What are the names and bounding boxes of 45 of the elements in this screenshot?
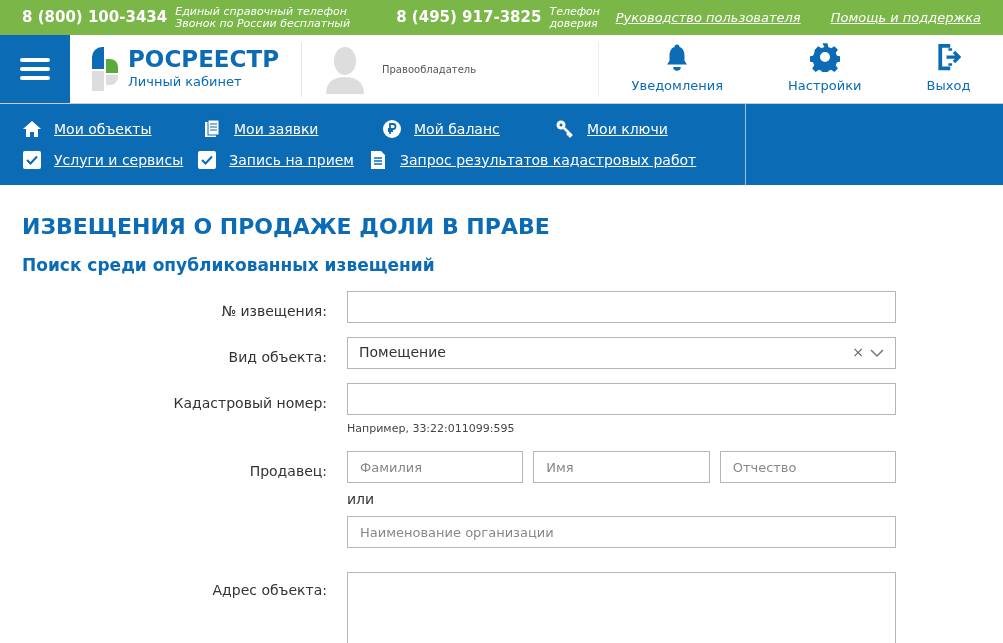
object-type-select[interactable]: Помещение × xyxy=(347,336,896,369)
nav-link[interactable]: Запись на прием xyxy=(197,149,354,171)
organization-input[interactable]: Наименование организации xyxy=(347,516,896,548)
header-action-button[interactable]: Настройки xyxy=(788,42,862,96)
logo-icon xyxy=(92,47,120,91)
text-input[interactable] xyxy=(347,382,896,415)
field-label: Кадастровый номер: xyxy=(173,394,327,411)
clear-button[interactable]: × xyxy=(852,342,864,363)
phone-caption: Единый справочный телефон Звонок по России бесплатный xyxy=(175,5,351,30)
home-icon xyxy=(22,119,42,139)
nav-link[interactable]: Услуги и сервисы xyxy=(22,149,184,171)
logo-subtitle: Личный кабинет xyxy=(128,73,243,92)
name-input[interactable]: Отчество xyxy=(719,451,896,483)
phone-number: 8 (495) 917-3825 xyxy=(396,7,542,29)
logo-title: РОСРЕЕСТР xyxy=(128,46,279,73)
user-role: Правообладатель xyxy=(382,62,477,77)
or-text: или xyxy=(347,490,376,509)
nav-link[interactable]: Запрос результатов кадастровых работ xyxy=(367,149,697,171)
field-label: Адрес объекта: xyxy=(212,582,327,598)
field-label: Продавец: xyxy=(249,463,327,479)
page-title: ИЗВЕЩЕНИЯ О ПРОДАЖЕ ДОЛИ В ПРАВЕ xyxy=(22,213,551,241)
settings-icon xyxy=(809,42,840,73)
text-input[interactable] xyxy=(347,290,896,323)
phone-number: 8 (800) 100-3434 xyxy=(22,7,168,29)
nav-link[interactable]: Мои объекты xyxy=(22,118,202,140)
avatar-icon xyxy=(324,44,366,94)
name-input[interactable]: Фамилия xyxy=(347,451,524,483)
header-action-button[interactable]: Выход xyxy=(926,42,971,96)
name-input[interactable]: Имя xyxy=(533,451,710,483)
header-action-button[interactable]: Уведомления xyxy=(631,42,723,96)
nav-link[interactable]: Мои заявки xyxy=(202,118,382,140)
checkbox-icon xyxy=(22,150,42,170)
hint-text: Например, 33:22:011099:595 xyxy=(347,420,516,437)
nav-link[interactable]: Мои ключи xyxy=(555,118,668,140)
menu-icon xyxy=(20,57,50,81)
ruble-icon xyxy=(382,119,402,139)
field-label: № извещения: xyxy=(221,302,327,319)
checkbox-icon xyxy=(197,150,218,170)
nav-link[interactable]: Мой баланс xyxy=(382,118,555,140)
page-subtitle: Поиск среди опубликованных извещений xyxy=(22,254,436,277)
phone-caption: Телефон доверия xyxy=(549,5,601,30)
documents-icon xyxy=(202,119,222,139)
menu-button[interactable] xyxy=(0,35,70,103)
field-label: Вид объекта: xyxy=(228,348,327,365)
key-icon xyxy=(555,119,575,139)
